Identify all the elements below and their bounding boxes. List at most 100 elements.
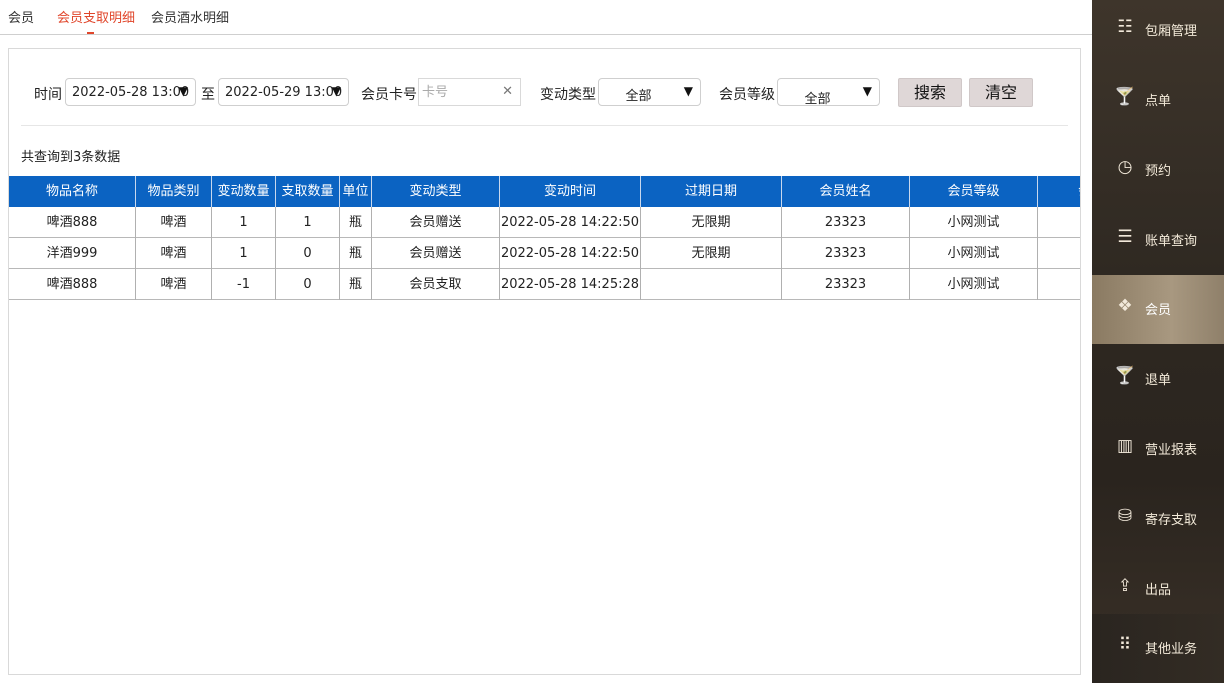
clear-icon[interactable]: ✕ [502, 84, 513, 99]
cell-unit: 瓶 [340, 238, 372, 269]
divider [21, 125, 1068, 126]
change-type-label: 变动类型 [540, 87, 596, 103]
column-header[interactable]: 过期日期 [641, 176, 782, 207]
tab-member-drinks-detail[interactable]: 会员酒水明细 [151, 7, 229, 26]
column-header[interactable]: 变动数量 [212, 176, 276, 207]
sidebar-item-label: 包厢管理 [1145, 24, 1198, 39]
column-header[interactable]: 会 [1038, 176, 1080, 207]
column-header[interactable]: 单位 [340, 176, 372, 207]
column-header[interactable]: 变动类型 [372, 176, 500, 207]
bar-chart-icon: ▥ [1116, 436, 1134, 456]
sidebar-item-label: 会员 [1145, 303, 1172, 318]
card-number-input[interactable] [422, 83, 502, 101]
start-time-select[interactable]: 2022-05-28 13:00 ▼ [65, 78, 196, 106]
clock-icon: ◷ [1117, 157, 1133, 177]
cell-change-time: 2022-05-28 14:22:50 [500, 207, 641, 238]
cell-change-type: 会员赠送 [372, 207, 500, 238]
cell-item-name: 洋酒999 [9, 238, 136, 269]
grid-list-icon: ☷ [1117, 17, 1133, 37]
sidebar-item-label: 寄存支取 [1145, 513, 1198, 528]
sidebar-item-business-report[interactable]: ▥ 营业报表 [1092, 415, 1224, 484]
table-row[interactable]: 啤酒888 啤酒 1 1 瓶 会员赠送 2022-05-28 14:22:50 … [9, 207, 1080, 238]
cell-withdraw-qty: 1 [276, 207, 340, 238]
column-header[interactable]: 支取数量 [276, 176, 340, 207]
sidebar-item-storage[interactable]: ⛁ 寄存支取 [1092, 485, 1224, 554]
chevron-down-icon: ▼ [683, 84, 693, 98]
member-level-value: 全部 [804, 92, 831, 107]
sidebar-item-label: 营业报表 [1145, 443, 1198, 458]
sidebar-item-label: 其他业务 [1145, 642, 1198, 657]
cell-item-category: 啤酒 [136, 269, 212, 300]
sidebar-edge [1224, 0, 1228, 683]
column-header[interactable]: 会员姓名 [782, 176, 910, 207]
cell-overflow [1038, 238, 1080, 269]
sidebar-item-other[interactable]: ⠿ 其他业务 [1092, 614, 1224, 683]
clear-button[interactable]: 清空 [969, 78, 1033, 107]
card-number-field[interactable]: ✕ [418, 78, 521, 106]
sidebar-item-bill-query[interactable]: ☰ 账单查询 [1092, 206, 1224, 275]
cell-expire-date: 无限期 [641, 238, 782, 269]
cell-member-name: 23323 [782, 269, 910, 300]
tab-member-withdraw-detail[interactable]: 会员支取明细 [57, 7, 135, 26]
cell-member-level: 小网测试 [910, 238, 1038, 269]
storage-icon: ⛁ [1117, 506, 1133, 526]
cell-member-level: 小网测试 [910, 269, 1038, 300]
sidebar-item-refund[interactable]: 🍸 退单 [1092, 345, 1224, 414]
cell-withdraw-qty: 0 [276, 269, 340, 300]
sidebar-item-reservation[interactable]: ◷ 预约 [1092, 136, 1224, 205]
main-panel: 时间 2022-05-28 13:00 ▼ 至 2022-05-29 13:00… [8, 48, 1081, 675]
end-time-value: 2022-05-29 13:00 [225, 85, 343, 100]
cell-item-name: 啤酒888 [9, 207, 136, 238]
active-tab-indicator [87, 32, 94, 34]
bill-search-icon: ☰ [1117, 227, 1133, 247]
sidebar-item-member[interactable]: ❖ 会员 [1092, 275, 1224, 344]
member-icon: ❖ [1117, 296, 1133, 316]
end-time-select[interactable]: 2022-05-29 13:00 ▼ [218, 78, 349, 106]
change-type-value: 全部 [625, 89, 652, 104]
cell-change-type: 会员赠送 [372, 238, 500, 269]
cell-member-name: 23323 [782, 207, 910, 238]
cell-overflow [1038, 207, 1080, 238]
sidebar-item-label: 账单查询 [1145, 234, 1198, 249]
cell-unit: 瓶 [340, 269, 372, 300]
cell-change-type: 会员支取 [372, 269, 500, 300]
sidebar-item-label: 点单 [1145, 94, 1172, 109]
cell-item-category: 啤酒 [136, 207, 212, 238]
cell-member-level: 小网测试 [910, 207, 1038, 238]
sidebar-nav: ☷ 包厢管理 🍸 点单 ◷ 预约 ☰ 账单查询 ❖ 会员 🍸 退单 ▥ 营业报表… [1092, 0, 1228, 683]
table-row[interactable]: 啤酒888 啤酒 -1 0 瓶 会员支取 2022-05-28 14:25:28… [9, 269, 1080, 300]
sidebar-item-label: 出品 [1145, 583, 1172, 598]
column-header[interactable]: 物品名称 [9, 176, 136, 207]
apps-grid-icon: ⠿ [1118, 635, 1132, 655]
table-row[interactable]: 洋酒999 啤酒 1 0 瓶 会员赠送 2022-05-28 14:22:50 … [9, 238, 1080, 269]
level-label: 会员等级 [719, 87, 775, 103]
column-header[interactable]: 变动时间 [500, 176, 641, 207]
chevron-down-icon: ▼ [331, 84, 341, 98]
cell-item-category: 啤酒 [136, 238, 212, 269]
result-count: 共查询到3条数据 [21, 150, 121, 165]
cell-change-qty: 1 [212, 207, 276, 238]
table-header-row: 物品名称 物品类别 变动数量 支取数量 单位 变动类型 变动时间 过期日期 会员… [9, 176, 1080, 207]
cell-item-name: 啤酒888 [9, 269, 136, 300]
column-header[interactable]: 会员等级 [910, 176, 1038, 207]
chevron-down-icon: ▼ [178, 84, 188, 98]
member-level-select[interactable]: 全部 ▼ [777, 78, 880, 107]
cell-overflow [1038, 269, 1080, 300]
cell-member-name: 23323 [782, 238, 910, 269]
search-button[interactable]: 搜索 [898, 78, 962, 107]
chevron-down-icon: ▼ [862, 84, 872, 98]
cell-expire-date [641, 269, 782, 300]
cell-unit: 瓶 [340, 207, 372, 238]
sidebar-item-order[interactable]: 🍸 点单 [1092, 66, 1224, 135]
sidebar-item-label: 退单 [1145, 373, 1172, 388]
sidebar-item-room-management[interactable]: ☷ 包厢管理 [1092, 0, 1224, 65]
time-label: 时间 [34, 87, 62, 103]
upload-icon: ⇪ [1117, 576, 1133, 596]
cell-withdraw-qty: 0 [276, 238, 340, 269]
column-header[interactable]: 物品类别 [136, 176, 212, 207]
change-type-select[interactable]: 全部 ▼ [598, 78, 701, 106]
cocktail-icon: 🍸 [1114, 87, 1136, 107]
cell-change-time: 2022-05-28 14:25:28 [500, 269, 641, 300]
card-label: 会员卡号 [361, 87, 417, 103]
tab-member[interactable]: 会员 [8, 7, 34, 26]
